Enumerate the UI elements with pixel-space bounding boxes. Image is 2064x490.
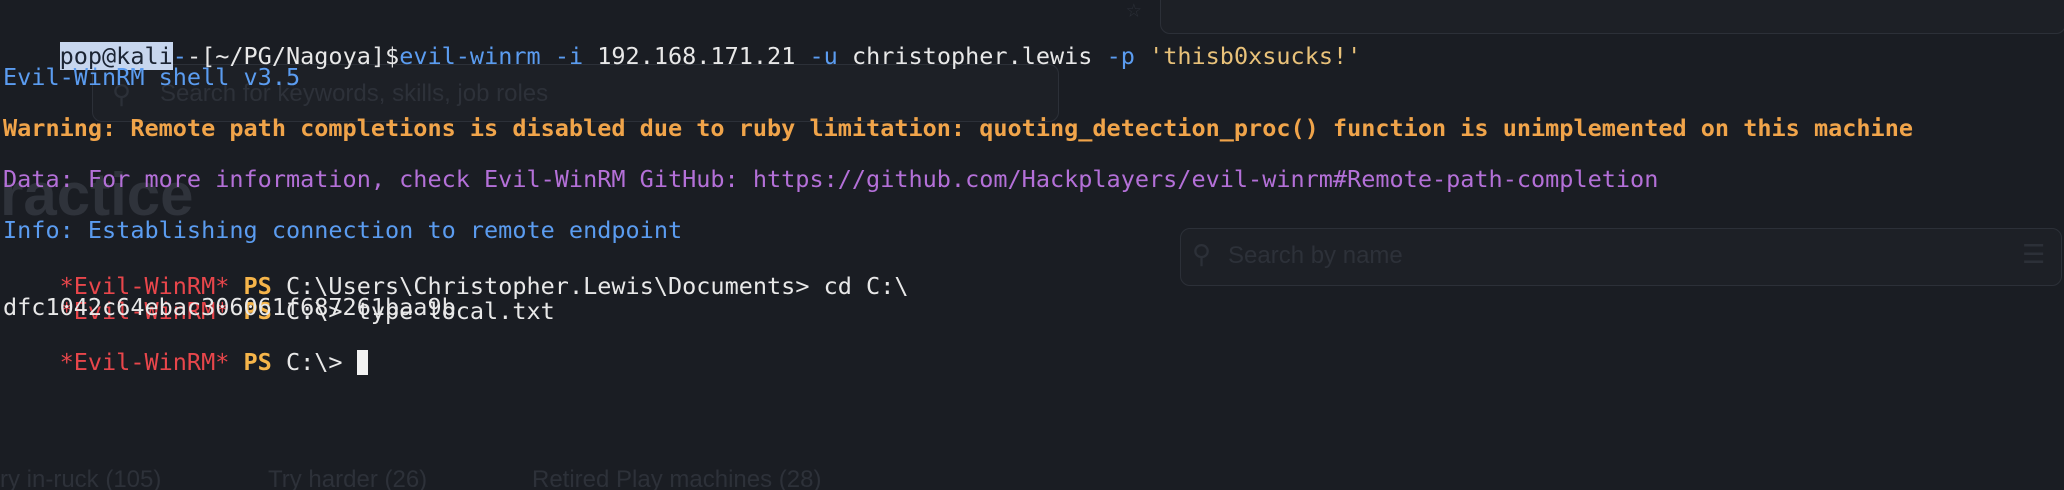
command-ip: 192.168.171.21 [597,42,796,70]
command-flag-i: -i [540,42,598,70]
text-cursor[interactable] [356,350,368,375]
command-program: evil-winrm [399,42,541,70]
prompt-dollar: $ [385,42,400,70]
active-prompt-line[interactable]: *Evil-WinRM* PS C:\> [3,317,368,376]
ps-label: PS [243,348,272,376]
ghost-name-search-placeholder: Search by name [1228,242,1403,269]
command-line[interactable]: pop@kali--[~/PG/Nagoya]$evil-winrm -i 19… [3,11,1361,70]
ghost-tab-1: ry in-ruck (105) [0,466,162,490]
command-flag-p: -p [1092,42,1150,70]
ghost-tab-3: Retired Play machines (28) [532,466,822,490]
command-flag-u: -u [795,42,852,70]
ghost-filter-icon: ☰ [2022,240,2046,270]
data-message: Data: For more information, check Evil-W… [3,165,1659,193]
session-tag: *Evil-WinRM* [59,348,230,376]
ps-command [343,348,357,376]
terminal-window[interactable]: ⚲ Search for keywords, skills, job roles… [0,0,2064,490]
ghost-tab-2: Try harder (26) [268,466,428,490]
ps-path: C:\> [285,348,343,376]
warning-message: Warning: Remote path completions is disa… [3,114,1914,142]
command-user: christopher.lewis [851,42,1093,70]
ps-command: cd C:\ [809,272,909,300]
evil-winrm-banner: Evil-WinRM shell v3.5 [3,63,301,91]
command-password: 'thisb0xsucks!' [1149,42,1362,70]
ghost-name-search-icon: ⚲ [1192,240,1212,270]
prompt-bracket-close: ] [370,42,386,70]
